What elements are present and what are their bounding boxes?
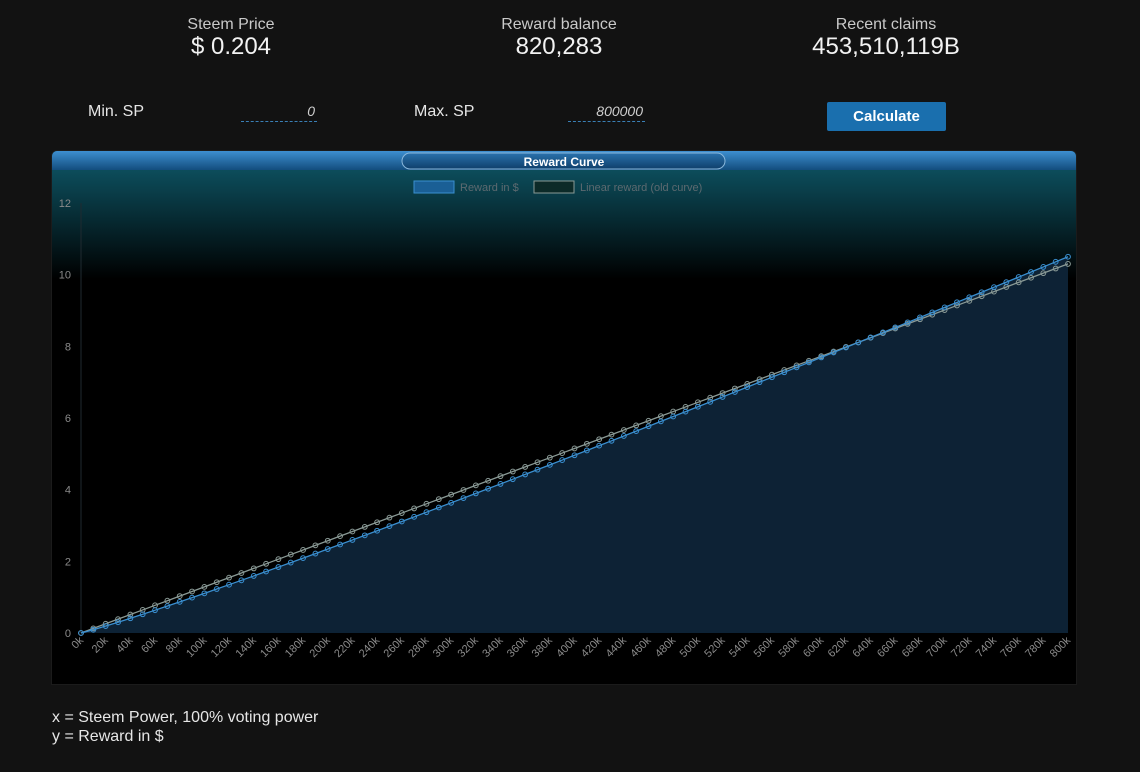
y-tick-label: 2	[65, 556, 71, 568]
y-tick-label: 8	[65, 341, 71, 353]
y-tick-label: 4	[65, 485, 71, 497]
y-tick-label: 12	[59, 198, 71, 210]
recent-claims-label: Recent claims	[835, 16, 937, 33]
reward-curve-chart: Reward Curve Reward in $ Linear reward (o…	[52, 151, 1076, 684]
legend-swatch-linear	[533, 180, 575, 194]
steem-price-value: $ 0.204	[190, 33, 272, 60]
reward-balance-label: Reward balance	[501, 16, 617, 33]
calculate-button[interactable]: Calculate	[827, 102, 946, 131]
recent-claims-value: 453,510,119B	[812, 33, 960, 60]
steem-price-label: Steem Price	[187, 16, 275, 33]
reward-balance-value: 820,283	[515, 33, 603, 60]
steem-price-stat: Steem Price $ 0.204	[111, 16, 351, 60]
legend-label-linear: Linear reward (old curve)	[580, 182, 702, 194]
legend-label-reward: Reward in $	[460, 182, 519, 194]
reward-curve-panel: Reward Curve Reward in $ Linear reward (o…	[52, 151, 1076, 684]
x-axis-description: x = Steem Power, 100% voting power	[52, 709, 319, 726]
reward-balance-stat: Reward balance 820,283	[439, 16, 679, 60]
min-sp-input[interactable]	[241, 101, 317, 122]
y-tick-label: 6	[65, 413, 71, 425]
legend-swatch-reward	[413, 180, 455, 194]
chart-title: Reward Curve	[524, 155, 605, 169]
y-axis-description: y = Reward in $	[52, 728, 164, 745]
recent-claims-stat: Recent claims 453,510,119B	[766, 16, 1006, 60]
y-tick-label: 10	[59, 270, 71, 282]
min-sp-label: Min. SP	[88, 103, 145, 120]
max-sp-input[interactable]	[568, 101, 645, 122]
max-sp-label: Max. SP	[414, 103, 475, 120]
y-tick-label: 0	[65, 628, 71, 640]
